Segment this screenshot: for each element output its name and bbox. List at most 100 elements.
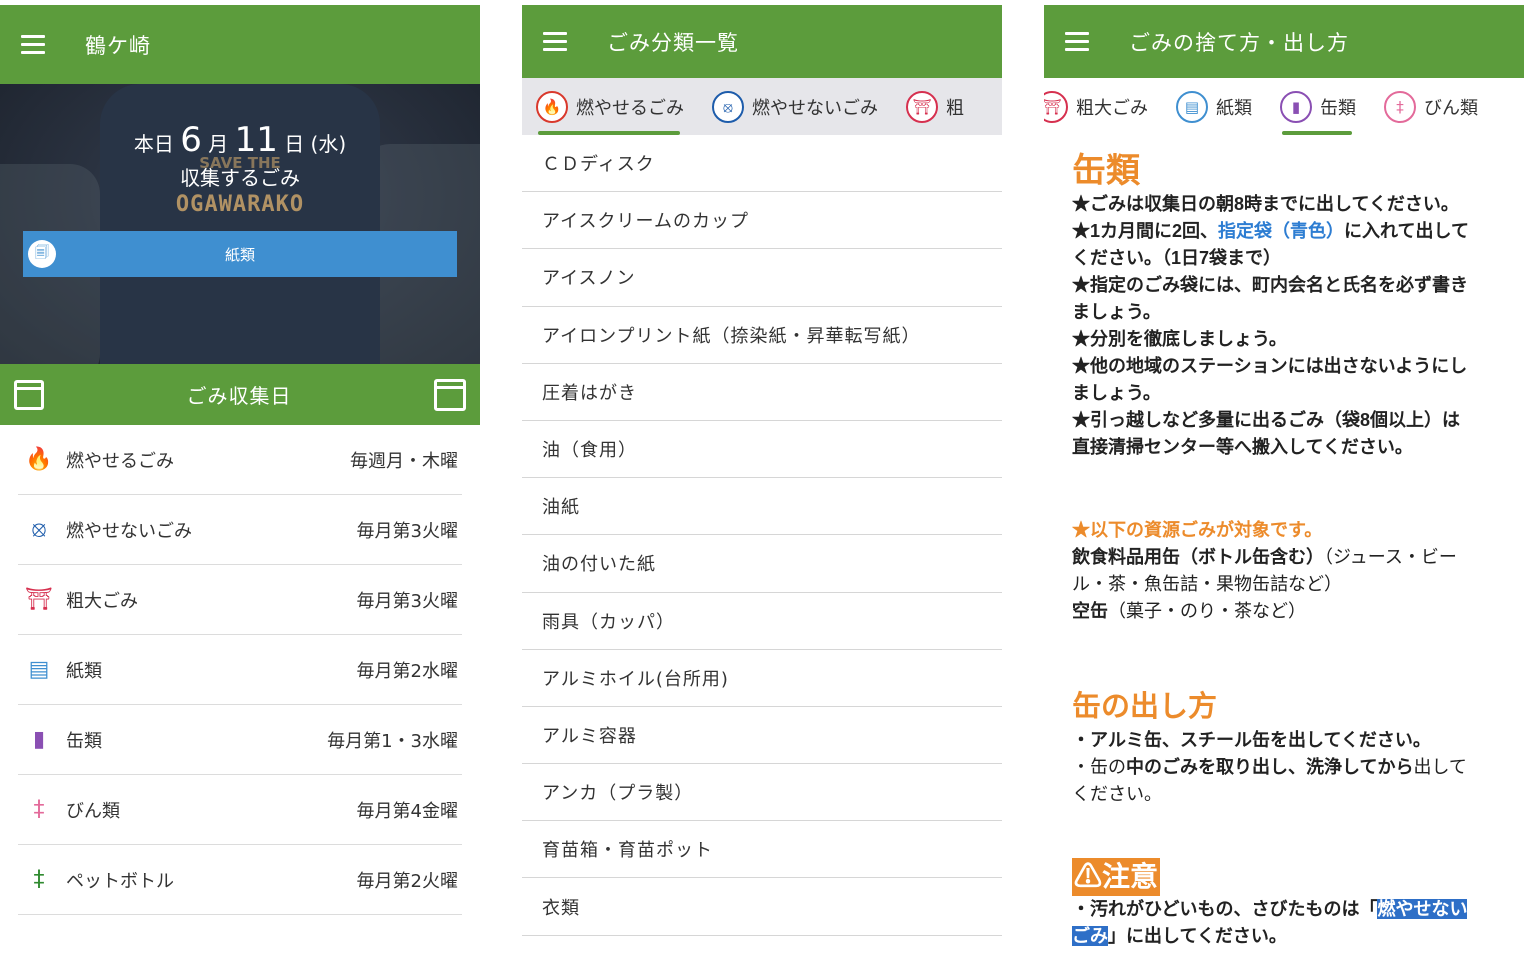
tab-bottles[interactable]: ‡ びん類 (1370, 78, 1492, 135)
category-name: 燃やせないごみ (66, 520, 192, 542)
menu-icon[interactable] (543, 32, 567, 51)
schedule-row[interactable]: 🔥 燃やせるごみ 毎週月・木曜 (18, 425, 462, 495)
list-item[interactable]: アンカ（プラ製） (522, 764, 1002, 822)
rule-text: ★1カ月間に2回、 (1072, 221, 1219, 241)
non-burnable-link[interactable]: 燃やせない (1377, 899, 1468, 919)
paper-icon: ▤ (28, 657, 50, 682)
category-name: 缶類 (66, 730, 102, 752)
collection-day: 毎月第3火曜 (356, 590, 458, 612)
non-burnable-link[interactable]: ごみ (1072, 926, 1108, 946)
calendar-grid-icon[interactable] (14, 379, 44, 410)
tab-label: 燃やせるごみ (576, 97, 684, 119)
schedule-row[interactable]: ⦻ 燃やせないごみ 毎月第3火曜 (18, 495, 462, 565)
schedule-row[interactable]: ‡ びん類 毎月第4金曜 (18, 775, 462, 845)
schedule-row[interactable]: ▤ 紙類 毎月第2水曜 (18, 635, 462, 705)
resource-text: 飲食料品用缶（ボトル缶含む） (1072, 547, 1324, 567)
page-title: 鶴ケ崎 (85, 33, 151, 58)
rule-line: ★分別を徹底しましょう。 (1072, 326, 1496, 353)
rule-text: ★引っ越しなど多量に出るごみ（袋8個以上）は (1072, 410, 1461, 430)
rule-text: 直接清掃センター等へ搬入してください。 (1072, 437, 1413, 457)
bottle-icon: ‡ (33, 797, 45, 822)
howto-line: ・缶の中のごみを取り出し、洗浄してから出して (1072, 754, 1496, 781)
tab-paper[interactable]: ▤ 紙類 (1162, 78, 1266, 135)
fire-icon: 🔥 (536, 90, 568, 123)
rule-line: ★指定のごみ袋には、町内会名と氏名を必ず書き (1072, 272, 1496, 299)
tab-non-burnable[interactable]: ⦻ 燃やせないごみ (698, 78, 892, 135)
list-item[interactable]: 油（食用） (522, 421, 1002, 479)
collection-day: 毎週月・木曜 (350, 450, 458, 472)
tab-cans[interactable]: ▮ 缶類 (1266, 78, 1370, 135)
today-day: 11 (234, 120, 278, 160)
schedule-row[interactable]: ‡ ペットボトル 毎月第2火曜 (18, 845, 462, 915)
today-info: 本日 6 月 11 日 (水) 収集するごみ (0, 120, 480, 191)
today-prefix: 本日 (133, 132, 174, 156)
today-category-chip[interactable]: 🗐 紙類 (23, 231, 457, 277)
tab-label: 粗 (946, 97, 964, 119)
calendar-icon[interactable] (434, 378, 466, 411)
list-item[interactable]: 衣類 (522, 878, 1002, 936)
howto-line: ください。 (1072, 784, 1162, 804)
menu-icon[interactable] (21, 35, 45, 54)
schedule-list: 🔥 燃やせるごみ 毎週月・木曜 ⦻ 燃やせないごみ 毎月第3火曜 ⛩ 粗大ごみ … (0, 425, 480, 915)
menu-icon[interactable] (1065, 32, 1089, 51)
today-subtitle: 収集するごみ (180, 166, 300, 190)
list-item[interactable]: アイスクリームのカップ (522, 192, 1002, 250)
category-name: 紙類 (66, 660, 102, 682)
chip-label: 紙類 (224, 245, 255, 264)
guide-content: 缶類 ★ごみは収集日の朝8時までに出してください。 ★1カ月間に2回、指定袋（青… (1044, 135, 1524, 950)
tab-oversized[interactable]: ⛩ 粗 (892, 78, 978, 135)
home-screen: 鶴ケ崎 SAVE THE OGAWARAKO 本日 6 月 11 日 (水) 収… (0, 5, 480, 953)
list-item[interactable]: 育苗箱・育苗ポット (522, 821, 1002, 879)
category-name: ペットボトル (66, 870, 174, 892)
list-item[interactable]: アルミ容器 (522, 707, 1002, 765)
tab-oversized[interactable]: ⛩ 粗大ごみ (1044, 78, 1162, 135)
hero-banner: SAVE THE OGAWARAKO 本日 6 月 11 日 (水) 収集するご… (0, 84, 480, 364)
bottle-icon: ‡ (1384, 90, 1416, 123)
category-name: 粗大ごみ (66, 590, 138, 612)
rule-text: ましょう。 (1072, 302, 1161, 322)
resource-detail: （ジュース・ビー (1324, 547, 1457, 567)
list-item[interactable]: 油紙 (522, 478, 1002, 536)
howto-line: ・アルミ缶、スチール缶を出してください。 (1072, 730, 1431, 750)
howto-text: 出して (1413, 757, 1467, 777)
disposal-guide-screen: ごみの捨て方・出し方 ⛩ 粗大ごみ ▤ 紙類 ▮ 缶類 ‡ びん類 缶類 ★ごみ… (1044, 5, 1524, 953)
warning-line: ・汚れがひどいもの、さびたものは「燃やせない (1072, 896, 1496, 923)
list-item[interactable]: 油の付いた紙 (522, 535, 1002, 593)
rule-line: ★ごみは収集日の朝8時までに出してください。 (1072, 191, 1496, 218)
furniture-icon: ⛩ (906, 90, 938, 123)
resource-line: 空缶（菓子・のり・茶など） (1072, 598, 1496, 625)
no-burn-icon: ⦻ (31, 517, 47, 542)
rule-line: ましょう。 (1072, 299, 1496, 326)
page-title: ごみ分類一覧 (607, 30, 739, 55)
tab-burnable[interactable]: 🔥 燃やせるごみ (522, 78, 698, 135)
designated-bag-text: 指定袋（青色） (1218, 221, 1345, 241)
list-item[interactable]: 雨具（カッパ） (522, 593, 1002, 650)
resource-detail: （菓子・のり・茶など） (1108, 601, 1306, 621)
category-list-screen: ごみ分類一覧 🔥 燃やせるごみ ⦻ 燃やせないごみ ⛩ 粗 ＣＤディスク アイス… (522, 5, 1002, 953)
collection-day: 毎月第4金曜 (356, 800, 458, 822)
list-item[interactable]: アイロンプリント紙（捺染紙・昇華転写紙） (522, 307, 1002, 364)
list-item[interactable]: アイスノン (522, 249, 1002, 307)
list-item[interactable]: アルミホイル(台所用) (522, 650, 1002, 707)
warning-text: 」に出してください。 (1108, 926, 1287, 946)
warning-text: ・汚れがひどいもの、さびたものは「 (1072, 899, 1378, 919)
collection-day: 毎月第3火曜 (356, 520, 458, 542)
schedule-row[interactable]: ⛩ 粗大ごみ 毎月第3火曜 (18, 565, 462, 635)
tab-label: びん類 (1424, 97, 1478, 119)
category-tabs: ⛩ 粗大ごみ ▤ 紙類 ▮ 缶類 ‡ びん類 (1044, 78, 1524, 135)
furniture-icon: ⛩ (25, 587, 53, 612)
list-item[interactable]: ＣＤディスク (522, 135, 1002, 193)
rule-text: に入れて出して (1344, 221, 1469, 241)
resource-text: 空缶 (1072, 601, 1108, 621)
category-tabs: 🔥 燃やせるごみ ⦻ 燃やせないごみ ⛩ 粗 (522, 78, 1002, 135)
rule-line: ください。（1日7袋まで） (1072, 245, 1496, 272)
collection-day: 毎月第2火曜 (356, 870, 458, 892)
collection-day: 毎月第2水曜 (356, 660, 458, 682)
category-title: 缶類 (1072, 152, 1140, 190)
fire-icon: 🔥 (25, 447, 53, 472)
schedule-row[interactable]: ▮ 缶類 毎月第1・3水曜 (18, 705, 462, 775)
list-item[interactable]: 圧着はがき (522, 364, 1002, 421)
can-icon: ▮ (1280, 90, 1312, 123)
collection-day: 毎月第1・3水曜 (327, 730, 458, 752)
category-name: びん類 (66, 800, 120, 822)
